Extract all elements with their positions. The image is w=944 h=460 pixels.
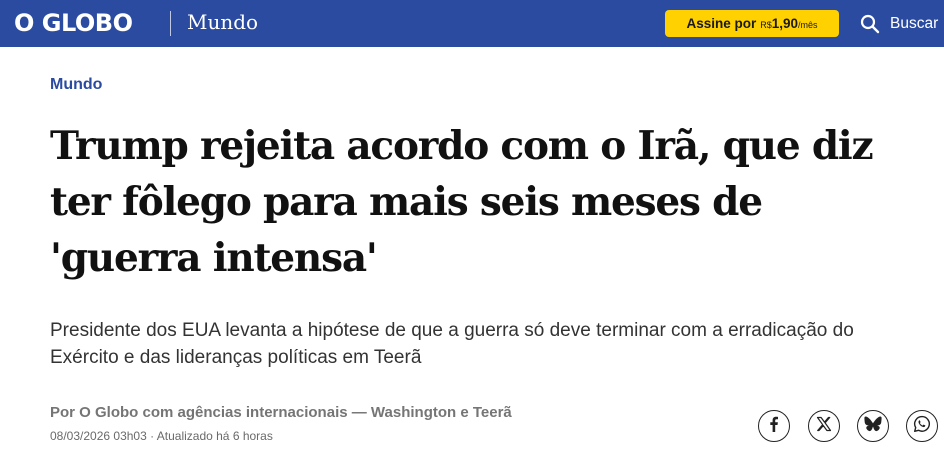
bluesky-icon [864, 416, 882, 437]
whatsapp-icon [913, 415, 931, 438]
search-button[interactable]: Buscar [860, 12, 938, 36]
facebook-icon [765, 415, 783, 438]
search-icon [860, 14, 880, 34]
top-navigation-bar: O GLOBO Mundo Assine por R$ 1,90 /mês Bu… [0, 0, 944, 47]
section-title[interactable]: Mundo [187, 9, 258, 35]
share-x-button[interactable] [808, 410, 840, 442]
search-label: Buscar [890, 15, 939, 32]
article-headline: Trump rejeita acordo com o Irã, que diz … [50, 123, 874, 281]
article-byline: Por O Globo com agências internacionais … [50, 404, 512, 421]
subscribe-period: /mês [798, 20, 818, 30]
share-facebook-button[interactable] [758, 410, 790, 442]
article-dateline: 08/03/2026 03h03 · Atualizado há 6 horas [50, 429, 273, 443]
subscribe-label: Assine por [686, 16, 757, 31]
subscribe-price: 1,90 [771, 16, 799, 31]
x-icon [816, 416, 832, 437]
site-logo[interactable]: O GLOBO [14, 8, 133, 38]
section-kicker-link[interactable]: Mundo [50, 76, 102, 94]
share-whatsapp-button[interactable] [906, 410, 938, 442]
share-bluesky-button[interactable] [857, 410, 889, 442]
article-subtitle: Presidente dos EUA levanta a hipótese de… [50, 320, 854, 368]
header-divider [170, 11, 171, 36]
subscribe-button[interactable]: Assine por R$ 1,90 /mês [665, 10, 839, 37]
subscribe-currency: R$ [760, 20, 772, 30]
